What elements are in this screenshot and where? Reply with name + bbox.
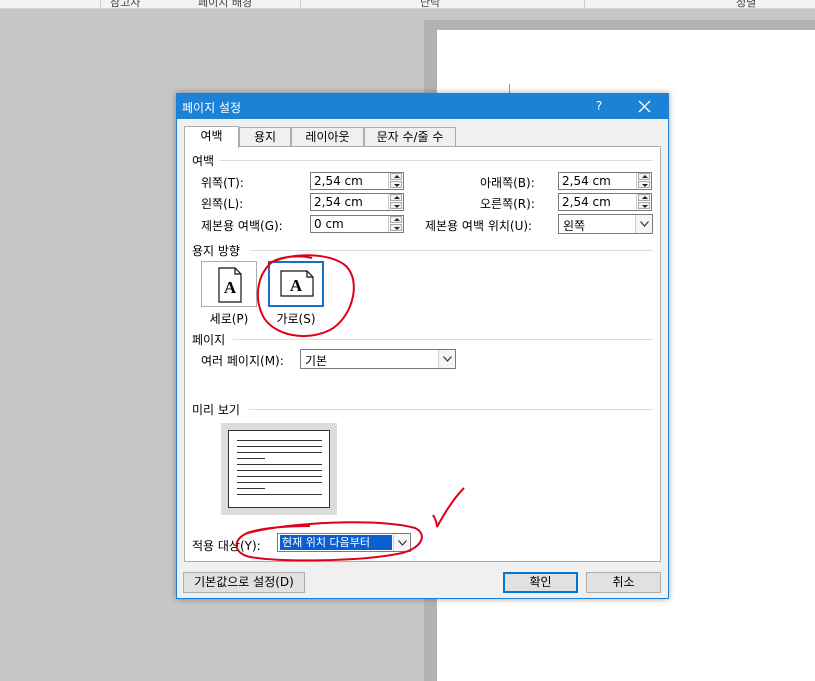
preview-line (237, 476, 322, 477)
landscape-page-icon: A (280, 270, 314, 297)
spin-up-button[interactable] (638, 173, 650, 180)
spin-down-button[interactable] (390, 181, 402, 188)
spin-down-button[interactable] (638, 181, 650, 188)
section-divider (250, 250, 653, 251)
right-margin-spinner[interactable]: 2,54 cm (558, 193, 652, 211)
bottom-margin-value: 2,54 cm (562, 174, 611, 188)
gutter-position-label: 제본용 여백 위치(U): (425, 219, 533, 233)
preview-line (237, 458, 265, 459)
preview-line (237, 440, 322, 441)
close-button[interactable] (632, 96, 658, 117)
tab-document-grid[interactable]: 문자 수/줄 수 (364, 127, 456, 147)
portrait-page-icon: A (218, 267, 242, 303)
section-divider (219, 160, 653, 161)
ribbon-strip: 참고자 페이지 배경 단락 정렬 (0, 0, 815, 9)
preview-line (237, 488, 265, 489)
apply-to-value: 현재 위치 다음부터 (280, 535, 392, 550)
ribbon-separator (584, 0, 585, 8)
portrait-glyph: A (224, 278, 237, 297)
preview-line (237, 494, 322, 495)
spin-up-button[interactable] (390, 194, 402, 201)
page-setup-dialog: 페이지 설정 ? 여백 용지 레이아웃 문자 수/줄 수 여백 위쪽(T): 2… (176, 93, 669, 599)
gutter-spinner[interactable]: 0 cm (310, 215, 404, 233)
ribbon-separator (100, 0, 101, 8)
chevron-down-icon[interactable] (393, 534, 410, 551)
spin-up-button[interactable] (638, 194, 650, 201)
portrait-option[interactable]: A (201, 261, 257, 307)
margins-section-title: 여백 (192, 154, 215, 168)
close-icon (638, 100, 651, 113)
ribbon-separator (300, 0, 301, 8)
spin-up-button[interactable] (390, 173, 402, 180)
multiple-pages-select[interactable]: 기본 (300, 349, 456, 369)
top-margin-spinner[interactable]: 2,54 cm (310, 172, 404, 190)
spin-down-button[interactable] (390, 224, 402, 231)
help-button[interactable]: ? (587, 96, 611, 117)
pages-section-title: 페이지 (192, 333, 226, 347)
gutter-position-select[interactable]: 왼쪽 (558, 214, 653, 234)
portrait-label: 세로(P) (209, 312, 249, 326)
landscape-option[interactable]: A (268, 261, 324, 307)
left-margin-spinner[interactable]: 2,54 cm (310, 193, 404, 211)
gutter-label: 제본용 여백(G): (201, 219, 283, 233)
spin-down-button[interactable] (638, 202, 650, 209)
dialog-title: 페이지 설정 (182, 101, 242, 115)
left-margin-label: 왼쪽(L): (201, 197, 244, 211)
tab-layout[interactable]: 레이아웃 (291, 127, 364, 147)
landscape-glyph: A (290, 276, 303, 295)
spin-down-button[interactable] (390, 202, 402, 209)
ribbon-group-label: 참고자 (110, 0, 141, 9)
set-as-default-button[interactable]: 기본값으로 설정(D) (183, 572, 305, 593)
cancel-button[interactable]: 취소 (586, 572, 661, 593)
top-margin-value: 2,54 cm (314, 174, 363, 188)
spin-up-button[interactable] (390, 216, 402, 223)
apply-to-select[interactable]: 현재 위치 다음부터 (277, 533, 411, 552)
preview-line (237, 482, 322, 483)
apply-to-label: 적용 대상(Y): (192, 539, 261, 553)
tab-paper[interactable]: 용지 (239, 127, 291, 147)
tab-strip: 여백 용지 레이아웃 문자 수/줄 수 (184, 126, 664, 148)
preview-line (237, 446, 322, 447)
chevron-down-icon[interactable] (635, 215, 652, 233)
right-margin-label: 오른쪽(R): (480, 197, 535, 211)
section-divider (233, 339, 653, 340)
ok-button[interactable]: 확인 (503, 572, 578, 593)
preview-thumbnail (221, 423, 337, 515)
ribbon-group-label: 정렬 (736, 0, 757, 9)
gutter-value: 0 cm (314, 217, 344, 231)
multiple-pages-value: 기본 (305, 354, 328, 368)
bottom-margin-spinner[interactable]: 2,54 cm (558, 172, 652, 190)
multiple-pages-label: 여러 페이지(M): (201, 354, 284, 368)
left-margin-value: 2,54 cm (314, 195, 363, 209)
tab-margins[interactable]: 여백 (184, 126, 239, 148)
top-margin-label: 위쪽(T): (201, 176, 244, 190)
preview-line (237, 452, 322, 453)
preview-page (228, 430, 330, 508)
gutter-position-value: 왼쪽 (563, 219, 586, 233)
orientation-section-title: 용지 방향 (192, 244, 240, 258)
bottom-margin-label: 아래쪽(B): (480, 176, 535, 190)
preview-line (237, 464, 322, 465)
chevron-down-icon[interactable] (438, 350, 455, 368)
landscape-label: 가로(S) (276, 312, 316, 326)
ribbon-group-label: 페이지 배경 (198, 0, 253, 9)
ribbon-group-label: 단락 (420, 0, 441, 9)
section-divider (249, 409, 653, 410)
preview-line (237, 470, 322, 471)
preview-section-title: 미리 보기 (192, 403, 240, 417)
dialog-titlebar[interactable]: 페이지 설정 ? (177, 94, 668, 119)
right-margin-value: 2,54 cm (562, 195, 611, 209)
